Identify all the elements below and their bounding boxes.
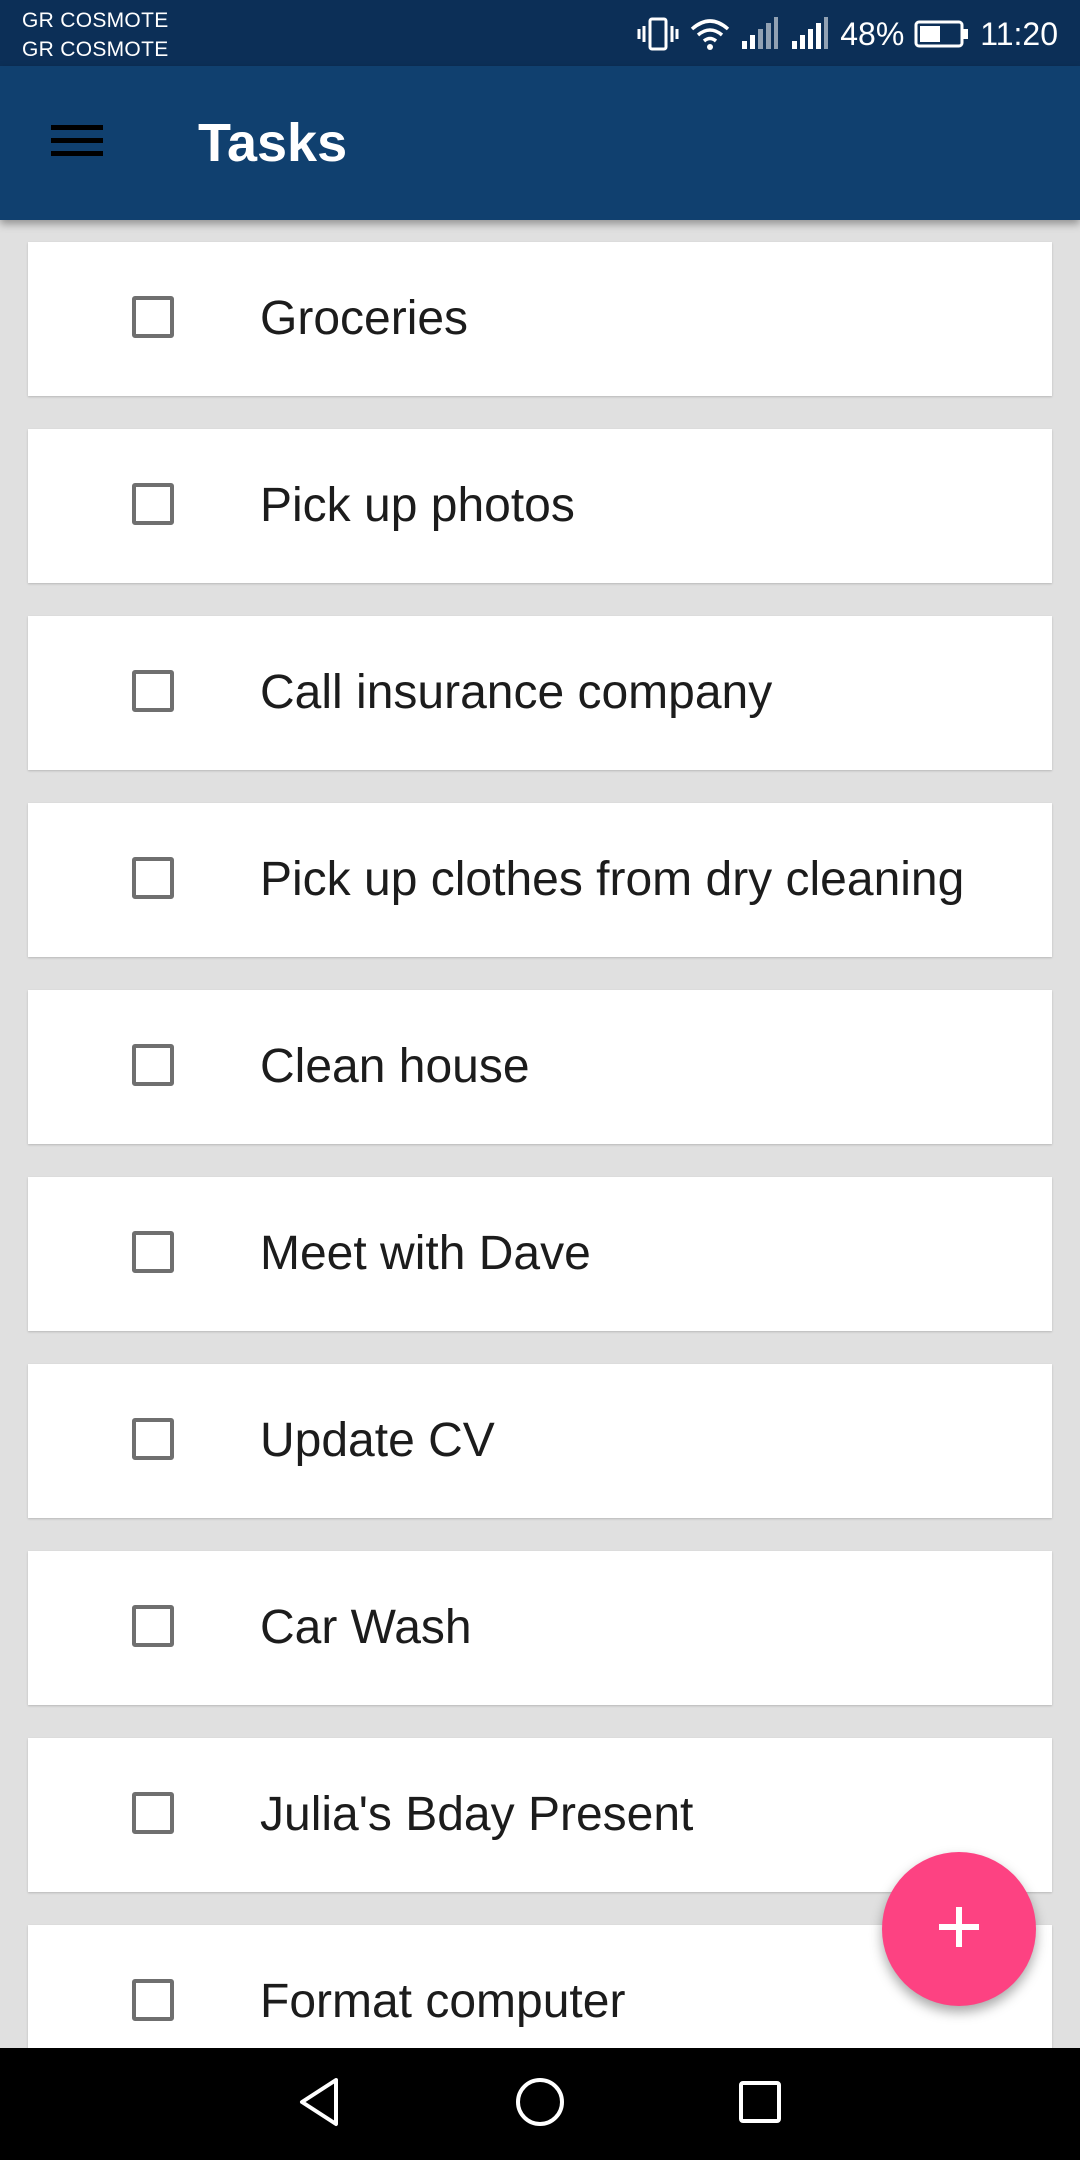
task-checkbox[interactable] [132, 1044, 174, 1086]
task-card[interactable]: Pick up photos [28, 429, 1052, 583]
task-card[interactable]: Groceries [28, 242, 1052, 396]
task-card[interactable]: Call insurance company [28, 616, 1052, 770]
task-label: Julia's Bday Present [260, 1788, 694, 1841]
page-title: Tasks [198, 113, 348, 173]
app-bar: Tasks [0, 66, 1080, 220]
task-checkbox[interactable] [132, 1792, 174, 1834]
back-button[interactable] [288, 2072, 352, 2136]
task-label: Update CV [260, 1414, 495, 1467]
menu-button[interactable] [30, 108, 124, 178]
task-card[interactable]: Car Wash [28, 1551, 1052, 1705]
home-icon [514, 2076, 566, 2133]
clock: 11:20 [980, 15, 1058, 52]
task-checkbox[interactable] [132, 857, 174, 899]
battery-percent: 48% [840, 15, 905, 52]
status-bar: GR COSMOTE GR COSMOTE 48% 11:20 [0, 0, 1080, 66]
task-checkbox[interactable] [132, 670, 174, 712]
task-label: Pick up photos [260, 479, 575, 532]
task-checkbox[interactable] [132, 483, 174, 525]
add-task-button[interactable] [882, 1852, 1036, 2006]
task-label: Pick up clothes from dry cleaning [260, 853, 965, 906]
task-checkbox[interactable] [132, 1231, 174, 1273]
hamburger-menu-icon [51, 123, 103, 164]
vibrate-icon [636, 16, 680, 52]
carrier-name: GR COSMOTE [22, 9, 169, 32]
signal-icon [790, 17, 830, 51]
task-checkbox[interactable] [132, 1605, 174, 1647]
task-checkbox[interactable] [132, 296, 174, 338]
home-button[interactable] [508, 2072, 572, 2136]
recents-button[interactable] [728, 2072, 792, 2136]
task-card[interactable]: Clean house [28, 990, 1052, 1144]
task-label: Car Wash [260, 1601, 472, 1654]
signal-icon [740, 17, 780, 51]
task-checkbox[interactable] [132, 1979, 174, 2021]
task-label: Call insurance company [260, 666, 773, 719]
task-label: Meet with Dave [260, 1227, 591, 1280]
task-card[interactable]: Pick up clothes from dry cleaning [28, 803, 1052, 957]
wifi-icon [690, 17, 730, 51]
task-list: Groceries Pick up photos Call insurance … [0, 220, 1080, 2048]
task-label: Groceries [260, 292, 469, 345]
plus-icon [937, 1905, 981, 1954]
carrier-info: GR COSMOTE GR COSMOTE [22, 6, 169, 64]
status-icons: 48% 11:20 [636, 10, 1058, 58]
task-checkbox[interactable] [132, 1418, 174, 1460]
carrier-name: GR COSMOTE [22, 38, 169, 61]
task-card[interactable]: Meet with Dave [28, 1177, 1052, 1331]
back-icon [296, 2076, 344, 2133]
task-card[interactable]: Update CV [28, 1364, 1052, 1518]
recents-icon [736, 2078, 784, 2131]
task-card[interactable]: Julia's Bday Present [28, 1738, 1052, 1892]
system-nav-bar [0, 2048, 1080, 2160]
task-label: Clean house [260, 1040, 530, 1093]
battery-icon [914, 19, 970, 49]
